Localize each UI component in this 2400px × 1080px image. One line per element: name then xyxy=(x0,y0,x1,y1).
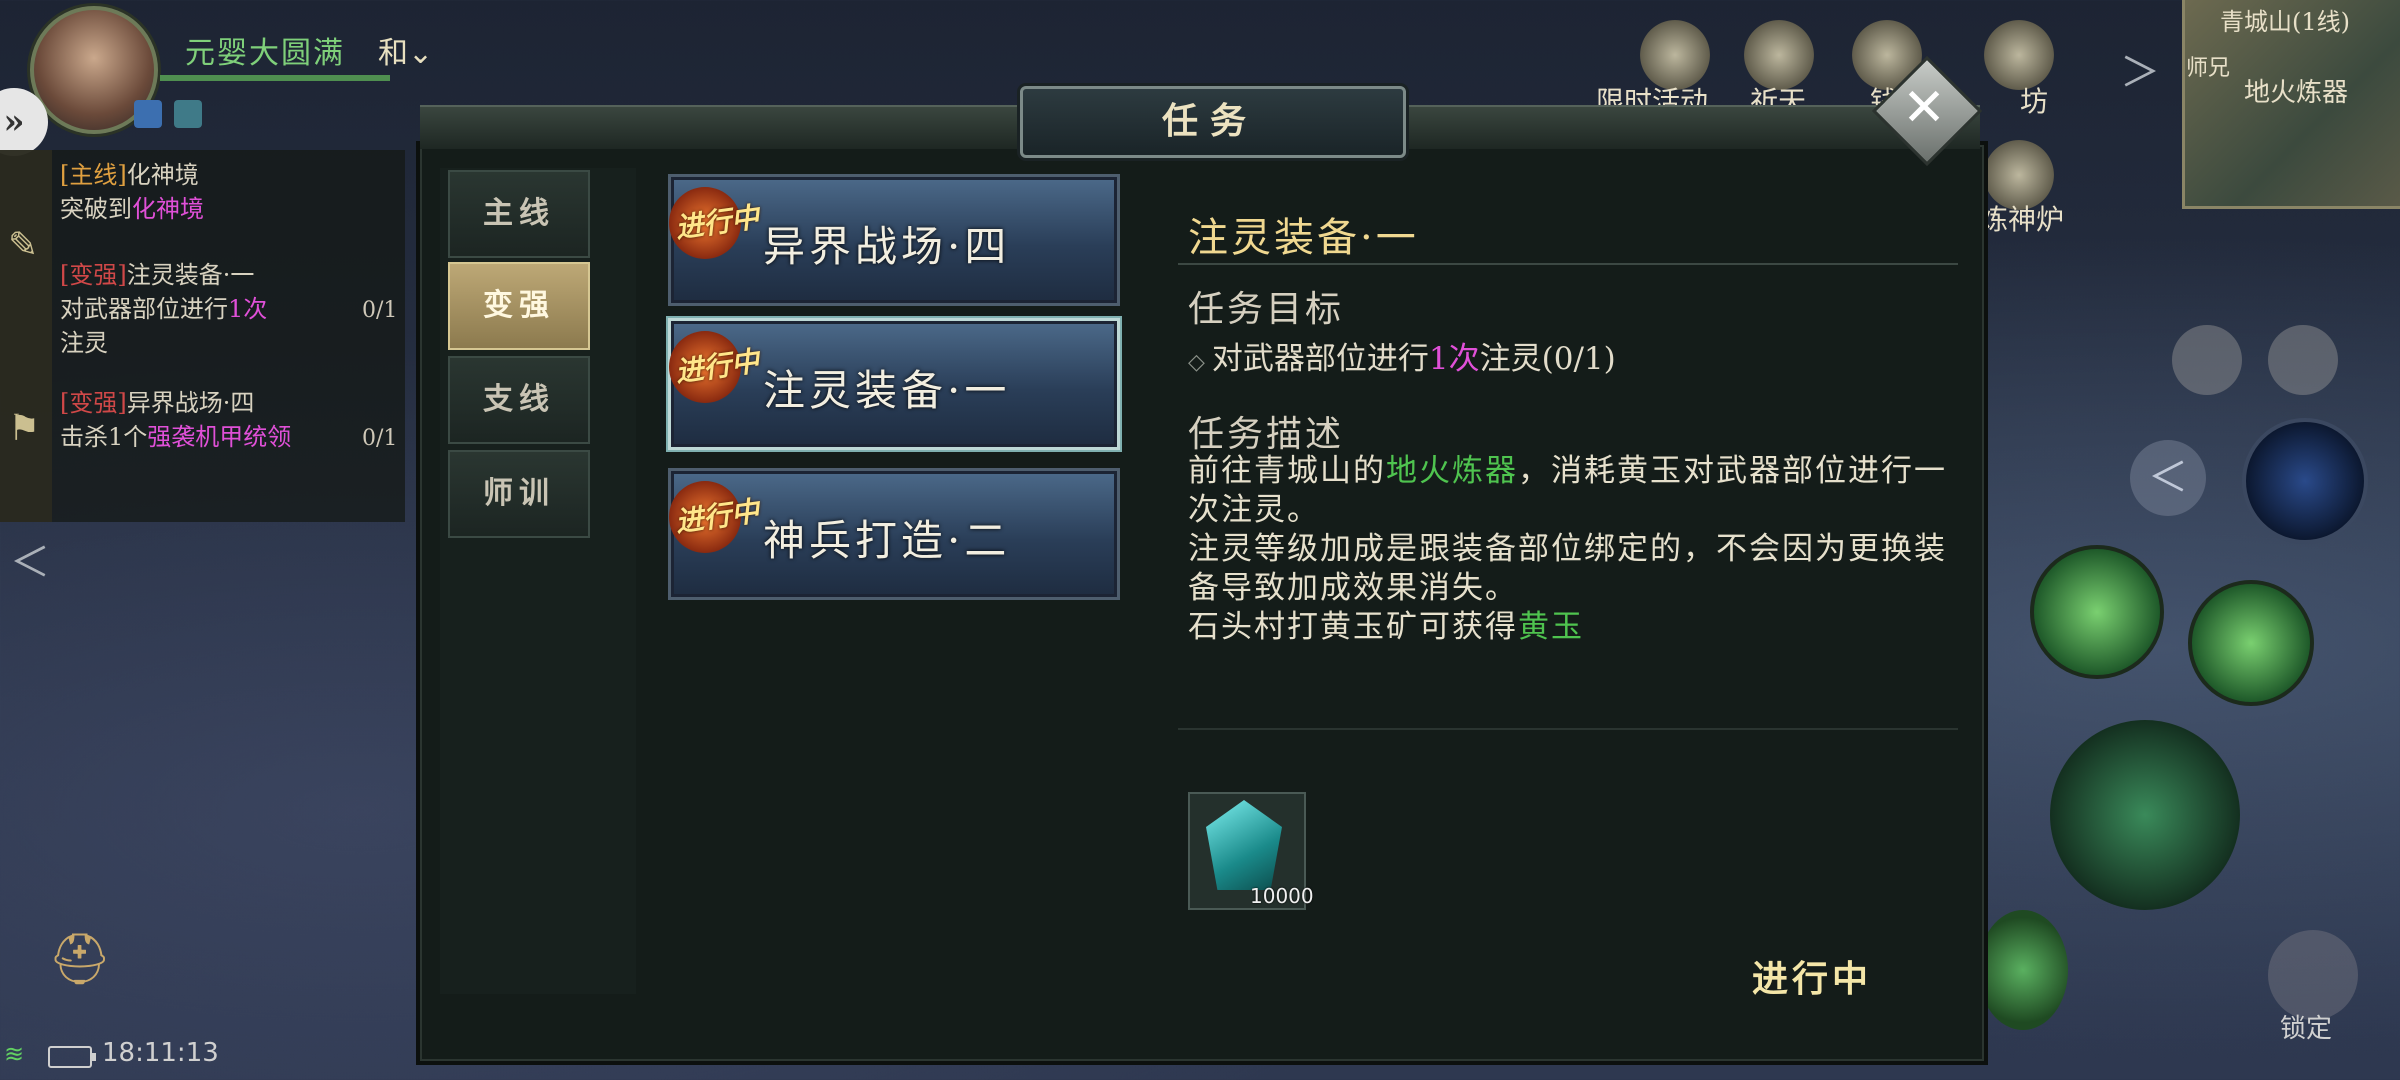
objective-text: 对武器部位进行 xyxy=(1211,341,1429,377)
tracker-desc: 注灵 xyxy=(60,329,108,357)
team-flag-icon[interactable]: ⚑ xyxy=(8,408,40,449)
tracker-progress: 0/1 xyxy=(362,298,398,323)
lock-target-button[interactable] xyxy=(2268,930,2358,1020)
map-name: 青城山(1线) xyxy=(2220,8,2350,36)
lock-target-label: 锁定 xyxy=(2280,1014,2333,1044)
system-clock: 18:11:13 xyxy=(102,1038,219,1068)
tab-master[interactable]: 师训 xyxy=(448,450,590,538)
tracker-item[interactable]: [主线]化神境 突破到化神境 xyxy=(60,158,204,226)
description-text: 前往青城山的地火炼器，消耗黄玉对武器部位进行一次注灵。 注灵等级加成是跟装备部位绑… xyxy=(1188,452,1948,647)
objective-heading: 任务目标 xyxy=(1188,289,1345,330)
tracker-desc-highlight: 化神境 xyxy=(132,195,204,223)
dialog-title: 任务 xyxy=(1161,100,1258,142)
close-icon[interactable]: ✕ xyxy=(1888,72,1960,144)
tracker-tag: [变强] xyxy=(60,389,127,417)
objective-count: 1次 xyxy=(1428,341,1480,377)
tracker-desc-highlight: 强袭机甲统领 xyxy=(147,423,292,451)
chevron-right-icon[interactable]: ＞ xyxy=(2120,40,2160,98)
top-button-label[interactable]: 炼神炉 xyxy=(1980,198,2064,238)
detail-title: 注灵装备·一 xyxy=(1188,215,1419,261)
objective-text: 注灵(0/1) xyxy=(1479,341,1616,377)
tracker-quest-name: 注灵装备·一 xyxy=(126,261,255,289)
pk-mode-dropdown[interactable]: 和⌄ xyxy=(378,28,433,72)
skill-button[interactable] xyxy=(2030,545,2164,679)
tracker-desc: 突破到 xyxy=(60,195,132,223)
wifi-icon: ≋ xyxy=(4,1040,25,1068)
quest-card-selected[interactable]: 进行中 注灵装备·一 xyxy=(668,318,1120,450)
map-npc-label: 师兄 xyxy=(2186,56,2231,81)
top-button-label[interactable]: 坊 xyxy=(2020,80,2048,120)
buff-icon[interactable] xyxy=(174,100,202,128)
reward-quantity: 10000 xyxy=(1250,884,1314,908)
tracker-quest-name: 异界战场·四 xyxy=(126,389,255,417)
desc-text: 石头村打黄玉矿可获得 xyxy=(1188,609,1518,645)
quest-card-name: 异界战场·四 xyxy=(763,222,1011,271)
desc-text: 前往青城山的 xyxy=(1188,453,1386,489)
skill-button[interactable] xyxy=(2188,580,2314,706)
divider xyxy=(1178,728,1958,730)
chevron-down-icon: ⌄ xyxy=(408,36,434,71)
tracker-desc-highlight: 1次 xyxy=(228,295,268,323)
diamond-bullet-icon: ◇ xyxy=(1188,350,1212,375)
tracker-desc: 击杀1个 xyxy=(60,423,148,451)
skill-button[interactable] xyxy=(1978,910,2068,1030)
tracker-quest-name: 化神境 xyxy=(126,161,199,189)
chevron-left-icon[interactable]: ＜ xyxy=(10,530,50,588)
quest-scroll-icon[interactable]: ✎ xyxy=(8,225,38,266)
tracker-progress: 0/1 xyxy=(362,426,398,451)
fan-attack-icon[interactable] xyxy=(2050,720,2240,910)
quest-status-button[interactable]: 进行中 xyxy=(1752,950,1872,1002)
description-heading: 任务描述 xyxy=(1188,414,1345,455)
tab-strengthen[interactable]: 变强 xyxy=(448,262,590,350)
yin-yang-skill-icon[interactable] xyxy=(2242,418,2368,544)
tab-side[interactable]: 支线 xyxy=(448,356,590,444)
desc-text: 注灵等级加成是跟装备部位绑定的，不会因为更换装备导致加成效果消失。 xyxy=(1188,531,1947,606)
desc-link-location[interactable]: 地火炼器 xyxy=(1386,453,1518,489)
tab-main[interactable]: 主线 xyxy=(448,170,590,258)
tracker-item[interactable]: [变强]注灵装备·一 对武器部位进行1次 注灵 xyxy=(60,258,267,360)
quest-card-name: 注灵装备·一 xyxy=(763,366,1011,415)
swirl-skill-icon[interactable] xyxy=(2268,325,2338,395)
tracker-desc: 对武器部位进行 xyxy=(60,295,228,323)
divider xyxy=(1178,263,1958,265)
pk-mode-label: 和 xyxy=(378,36,408,71)
quest-card[interactable]: 进行中 异界战场·四 xyxy=(668,174,1120,306)
objective-line: ◇ 对武器部位进行1次注灵(0/1) xyxy=(1188,333,1616,378)
quest-card-name: 神兵打造·二 xyxy=(763,516,1011,565)
helmet-icon[interactable]: ⛑ xyxy=(48,930,111,989)
quest-card[interactable]: 进行中 神兵打造·二 xyxy=(668,468,1120,600)
map-place-label: 地火炼器 xyxy=(2244,78,2349,108)
cultivation-realm: 元婴大圆满 xyxy=(185,36,345,71)
desc-item-highlight: 黄玉 xyxy=(1518,609,1584,645)
buff-icon[interactable] xyxy=(134,100,162,128)
chevron-left-icon[interactable]: ＜ xyxy=(2130,440,2206,516)
tracker-tag: [变强] xyxy=(60,261,127,289)
exp-bar xyxy=(160,75,390,81)
bag-icon[interactable] xyxy=(2172,325,2242,395)
tracker-side-strip xyxy=(0,150,52,522)
tracker-item[interactable]: [变强]异界战场·四 击杀1个强袭机甲统领 xyxy=(60,386,291,454)
tracker-tag: [主线] xyxy=(60,161,127,189)
battery-icon xyxy=(48,1046,96,1068)
